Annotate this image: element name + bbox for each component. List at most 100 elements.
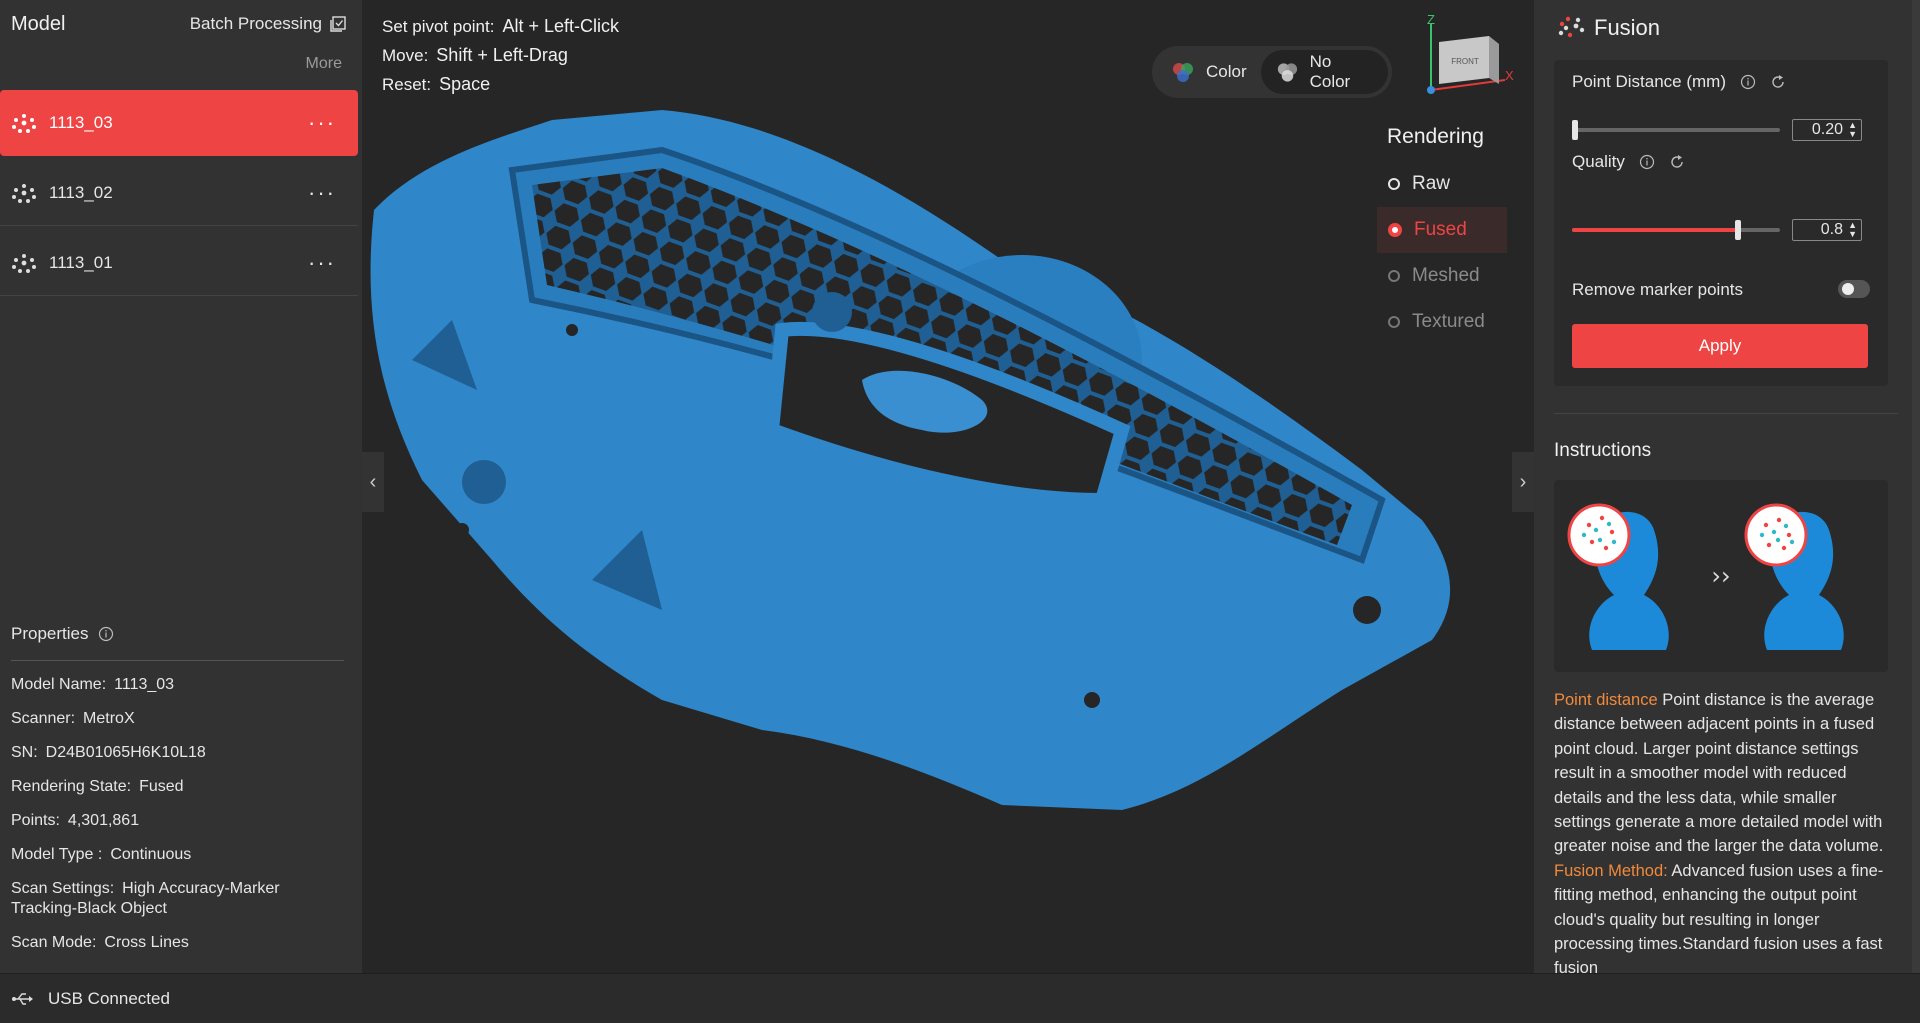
stepper-icon[interactable]: ▲ ▼ (1848, 221, 1857, 239)
collapse-right-button[interactable]: › (1512, 452, 1534, 512)
hint-move: Move: Shift + Left-Drag (382, 41, 619, 70)
divider (1554, 413, 1898, 414)
scrollbar[interactable] (1912, 0, 1920, 973)
model-menu-icon[interactable]: ··· (308, 180, 336, 206)
properties-header: Properties (11, 624, 344, 661)
color-circles-icon (1173, 63, 1193, 82)
stepper-icon[interactable]: ▲ ▼ (1848, 121, 1857, 139)
hint-pivot: Set pivot point: Alt + Left-Click (382, 12, 619, 41)
point-distance-slider[interactable] (1572, 120, 1780, 140)
model-menu-icon[interactable]: ··· (308, 250, 336, 276)
rendering-panel: Rendering Raw Fused Meshed Textured (1377, 125, 1507, 345)
rendering-option-raw[interactable]: Raw (1377, 161, 1507, 207)
rendering-label: Meshed (1412, 265, 1480, 286)
quality-value: 0.8 (1820, 221, 1843, 238)
point-cloud-model[interactable] (362, 0, 1534, 973)
shortcut-hints: Set pivot point: Alt + Left-Click Move: Sh… (382, 12, 619, 99)
instructions-title: Instructions (1554, 440, 1652, 461)
model-menu-icon[interactable]: ··· (308, 110, 336, 136)
color-option[interactable]: Color (1156, 50, 1261, 94)
quality-slider[interactable] (1572, 220, 1780, 240)
hint-key: Move: (382, 46, 429, 65)
rendering-option-fused[interactable]: Fused (1377, 207, 1507, 253)
fusion-header: Fusion (1534, 0, 1920, 56)
gray-circles-icon (1277, 63, 1297, 82)
property-value: Fused (139, 778, 184, 795)
quality-label: Quality (1572, 152, 1625, 171)
slider-fill (1572, 228, 1738, 232)
fusion-settings-card: Point Distance (mm) 0.20 ▲ ▼ Quality 0.8 … (1554, 60, 1888, 386)
property-value: MetroX (83, 710, 135, 727)
no-color-label: No Color (1309, 52, 1351, 91)
collapse-left-button[interactable]: ‹ (362, 452, 384, 512)
info-icon[interactable] (1740, 74, 1756, 90)
model-panel-title: Model (11, 12, 66, 35)
reset-icon[interactable] (1669, 154, 1685, 170)
slider-thumb[interactable] (1735, 220, 1741, 240)
color-label: Color (1206, 62, 1247, 81)
instructions-illustration: ›› (1554, 480, 1888, 672)
instructions-text: Point distance Point distance is the ave… (1554, 688, 1888, 973)
rendering-label: Fused (1414, 219, 1467, 240)
usb-status-text: USB Connected (48, 988, 170, 1008)
property-scan-settings: Scan Settings: High Accuracy-Marker Track… (11, 879, 344, 919)
hint-value: Alt + Left-Click (502, 16, 620, 36)
remove-marker-row: Remove marker points (1572, 280, 1743, 300)
chevron-right-icon: › (1519, 470, 1527, 493)
model-panel: Model Batch Processing More 1113_03 ··· (0, 0, 362, 973)
rendering-title: Rendering (1387, 125, 1484, 148)
batch-select-icon (330, 16, 346, 32)
radio-icon (1388, 223, 1402, 237)
view-cube-icon[interactable]: FRONT Z X (1417, 12, 1517, 102)
properties-section: Properties Model Name: 1113_03 Scanner: Me… (11, 624, 344, 967)
model-name: 1113_03 (49, 113, 113, 132)
apply-button[interactable]: Apply (1572, 324, 1868, 368)
property-value: 4,301,861 (67, 812, 140, 829)
fusion-icon (1558, 16, 1585, 38)
reset-icon[interactable] (1770, 74, 1786, 90)
no-color-option[interactable]: No Color (1260, 50, 1388, 94)
radio-icon (1388, 178, 1400, 190)
slider-thumb[interactable] (1572, 120, 1578, 140)
properties-title: Properties (11, 624, 89, 643)
batch-processing-button[interactable]: Batch Processing (190, 14, 346, 34)
property-key: Model Name: (11, 676, 107, 693)
property-value: Cross Lines (104, 934, 189, 951)
property-value: D24B01065H6K10L18 (45, 744, 206, 761)
remove-marker-label: Remove marker points (1572, 280, 1744, 299)
point-distance-input[interactable]: 0.20 ▲ ▼ (1792, 119, 1862, 141)
chevron-left-icon: ‹ (369, 470, 377, 493)
bust-comparison-illustration: ›› (1567, 503, 1844, 650)
rendering-option-meshed[interactable]: Meshed (1377, 253, 1507, 299)
model-list: 1113_03 ··· 1113_02 ··· 1113_01 ··· (0, 90, 362, 296)
hint-reset: Reset: Space (382, 70, 619, 99)
point-distance-value: 0.20 (1811, 121, 1843, 138)
model-item-1113-03[interactable]: 1113_03 ··· (0, 90, 358, 156)
quality-row: Quality (1572, 152, 1685, 172)
property-value: Continuous (110, 846, 192, 863)
info-icon[interactable] (98, 626, 114, 642)
axis-z-label: Z (1427, 12, 1435, 27)
property-sn: SN: D24B01065H6K10L18 (11, 743, 344, 763)
property-key: Scan Settings: (11, 880, 115, 897)
fusion-method-term: Fusion Method: (1554, 861, 1668, 880)
3d-viewport[interactable]: Set pivot point: Alt + Left-Click Move: Sh… (362, 0, 1534, 973)
rendering-label: Raw (1412, 173, 1451, 194)
more-link[interactable]: More (0, 48, 362, 90)
model-item-1113-01[interactable]: 1113_01 ··· (0, 230, 358, 296)
remove-marker-toggle[interactable] (1838, 280, 1870, 298)
radio-icon (1388, 270, 1400, 282)
hint-key: Set pivot point: (382, 17, 495, 36)
property-key: Points: (11, 812, 60, 829)
model-item-1113-02[interactable]: 1113_02 ··· (0, 160, 358, 226)
info-icon[interactable] (1639, 154, 1655, 170)
property-scan-mode: Scan Mode: Cross Lines (11, 933, 344, 953)
point-cloud-icon (12, 253, 36, 273)
property-model-type: Model Type : Continuous (11, 845, 344, 865)
property-key: Scanner: (11, 710, 76, 727)
property-value: 1113_03 (114, 676, 175, 693)
point-cloud-icon (12, 183, 36, 203)
property-rendering-state: Rendering State: Fused (11, 777, 344, 797)
quality-input[interactable]: 0.8 ▲ ▼ (1792, 219, 1862, 241)
rendering-option-textured[interactable]: Textured (1377, 299, 1507, 345)
